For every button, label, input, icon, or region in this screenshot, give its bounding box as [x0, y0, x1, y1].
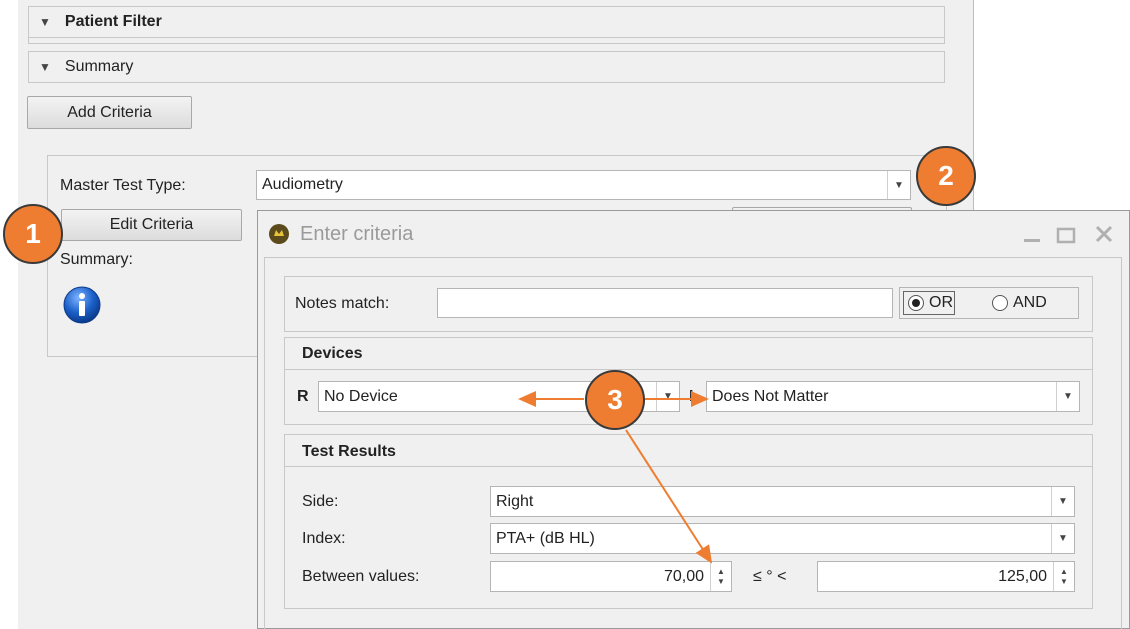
arrow-to-min-value: [625, 429, 713, 564]
callout-3: 3: [585, 370, 645, 430]
callout-2: 2: [916, 146, 976, 206]
callout-1: 1: [3, 204, 63, 264]
callout-arrows: [518, 391, 713, 564]
